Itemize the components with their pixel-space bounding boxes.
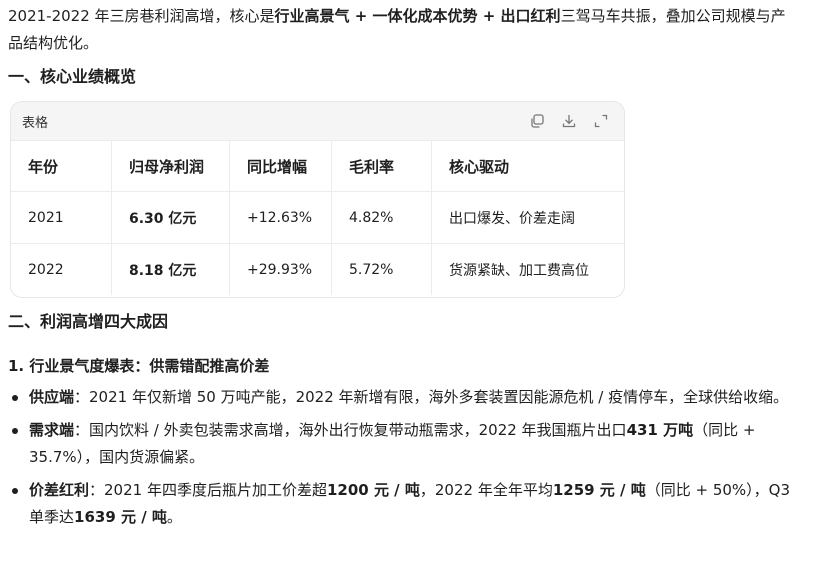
cell-year: 2021 bbox=[11, 191, 112, 244]
cell-driver: 货源紧缺、加工费高位 bbox=[449, 262, 589, 279]
cell-driver: 出口爆发、价差走阔 bbox=[431, 191, 624, 244]
bullet-label: 价差红利 bbox=[29, 481, 90, 499]
performance-table: 年份 归母净利润 同比增幅 毛利率 核心驱动 2021 6.30 亿元 +12.… bbox=[11, 141, 624, 295]
cell-yoy: +29.93% bbox=[229, 243, 332, 295]
intro-paragraph: 2021-2022 年三房巷利润高增，核心是行业高景气 + 一体化成本优势 + … bbox=[8, 3, 798, 57]
bullet-text: ：国内饮料 / 外卖包装需求高增，海外出行恢复带动瓶需求，2022 年我国瓶片出… bbox=[74, 421, 627, 439]
bullet-label: 供应端 bbox=[29, 388, 75, 406]
list-item: 供应端：2021 年仅新增 50 万吨产能，2022 年新增有限，海外多套装置因… bbox=[8, 384, 798, 411]
header-net-profit: 归母净利润 bbox=[111, 141, 230, 192]
table-card: 表格 年份 归母净利润 同比增幅 毛利率 核心驱动 2021 6.30 亿元 +… bbox=[10, 101, 625, 298]
intro-bold: 行业高景气 + 一体化成本优势 + 出口红利 bbox=[274, 7, 561, 25]
bullet-text: 。 bbox=[166, 508, 182, 526]
header-yoy: 同比增幅 bbox=[229, 141, 332, 192]
section1-heading: 一、核心业绩概览 bbox=[8, 67, 137, 86]
bullet-highlight: 1259 元 / 吨 bbox=[552, 481, 646, 499]
table-row: 2021 6.30 亿元 +12.63% 4.82% 出口爆发、价差走阔 bbox=[11, 191, 624, 244]
section2-heading: 二、利润高增四大成因 bbox=[8, 312, 169, 331]
bullet-list: 供应端：2021 年仅新增 50 万吨产能，2022 年新增有限，海外多套装置因… bbox=[8, 384, 798, 537]
bullet-text: ，2022 年全年平均 bbox=[419, 481, 553, 499]
bullet-highlight: 1200 元 / 吨 bbox=[326, 481, 420, 499]
list-item: 需求端：国内饮料 / 外卖包装需求高增，海外出行恢复带动瓶需求，2022 年我国… bbox=[8, 417, 798, 471]
expand-icon[interactable] bbox=[592, 112, 610, 130]
intro-text-1: 2021-2022 年三房巷利润高增，核心是 bbox=[8, 7, 275, 25]
header-year: 年份 bbox=[11, 141, 112, 192]
list-item: 价差红利：2021 年四季度后瓶片加工价差超1200 元 / 吨，2022 年全… bbox=[8, 477, 798, 531]
download-icon[interactable] bbox=[560, 112, 578, 130]
header-driver: 核心驱动 bbox=[431, 141, 624, 192]
header-gross-margin: 毛利率 bbox=[331, 141, 432, 192]
bullet-label: 需求端 bbox=[29, 421, 75, 439]
cell-gross-margin: 4.82% bbox=[331, 191, 432, 244]
subsection1-heading: 1. 行业景气度爆表：供需错配推高价差 bbox=[8, 357, 270, 375]
table-label: 表格 bbox=[22, 115, 49, 131]
bullet-text: ：2021 年四季度后瓶片加工价差超 bbox=[89, 481, 327, 499]
bullet-highlight: 1639 元 / 吨 bbox=[74, 508, 167, 526]
cell-gross-margin: 5.72% bbox=[331, 243, 432, 295]
cell-yoy: +12.63% bbox=[229, 191, 332, 244]
copy-icon[interactable] bbox=[528, 112, 546, 130]
table-header-row: 年份 归母净利润 同比增幅 毛利率 核心驱动 bbox=[11, 141, 624, 192]
cell-year: 2022 bbox=[11, 243, 112, 295]
table-row: 2022 8.18 亿元 +29.93% 5.72% 货源紧缺、加工费高位 bbox=[11, 243, 624, 295]
table-toolbar: 表格 bbox=[11, 102, 624, 141]
bullet-text: ：2021 年仅新增 50 万吨产能，2022 年新增有限，海外多套装置因能源危… bbox=[74, 388, 789, 406]
cell-net-profit: 6.30 亿元 bbox=[111, 191, 230, 244]
table-actions bbox=[528, 112, 610, 130]
bullet-highlight: 431 万吨 bbox=[626, 421, 694, 439]
cell-net-profit: 8.18 亿元 bbox=[111, 243, 230, 295]
